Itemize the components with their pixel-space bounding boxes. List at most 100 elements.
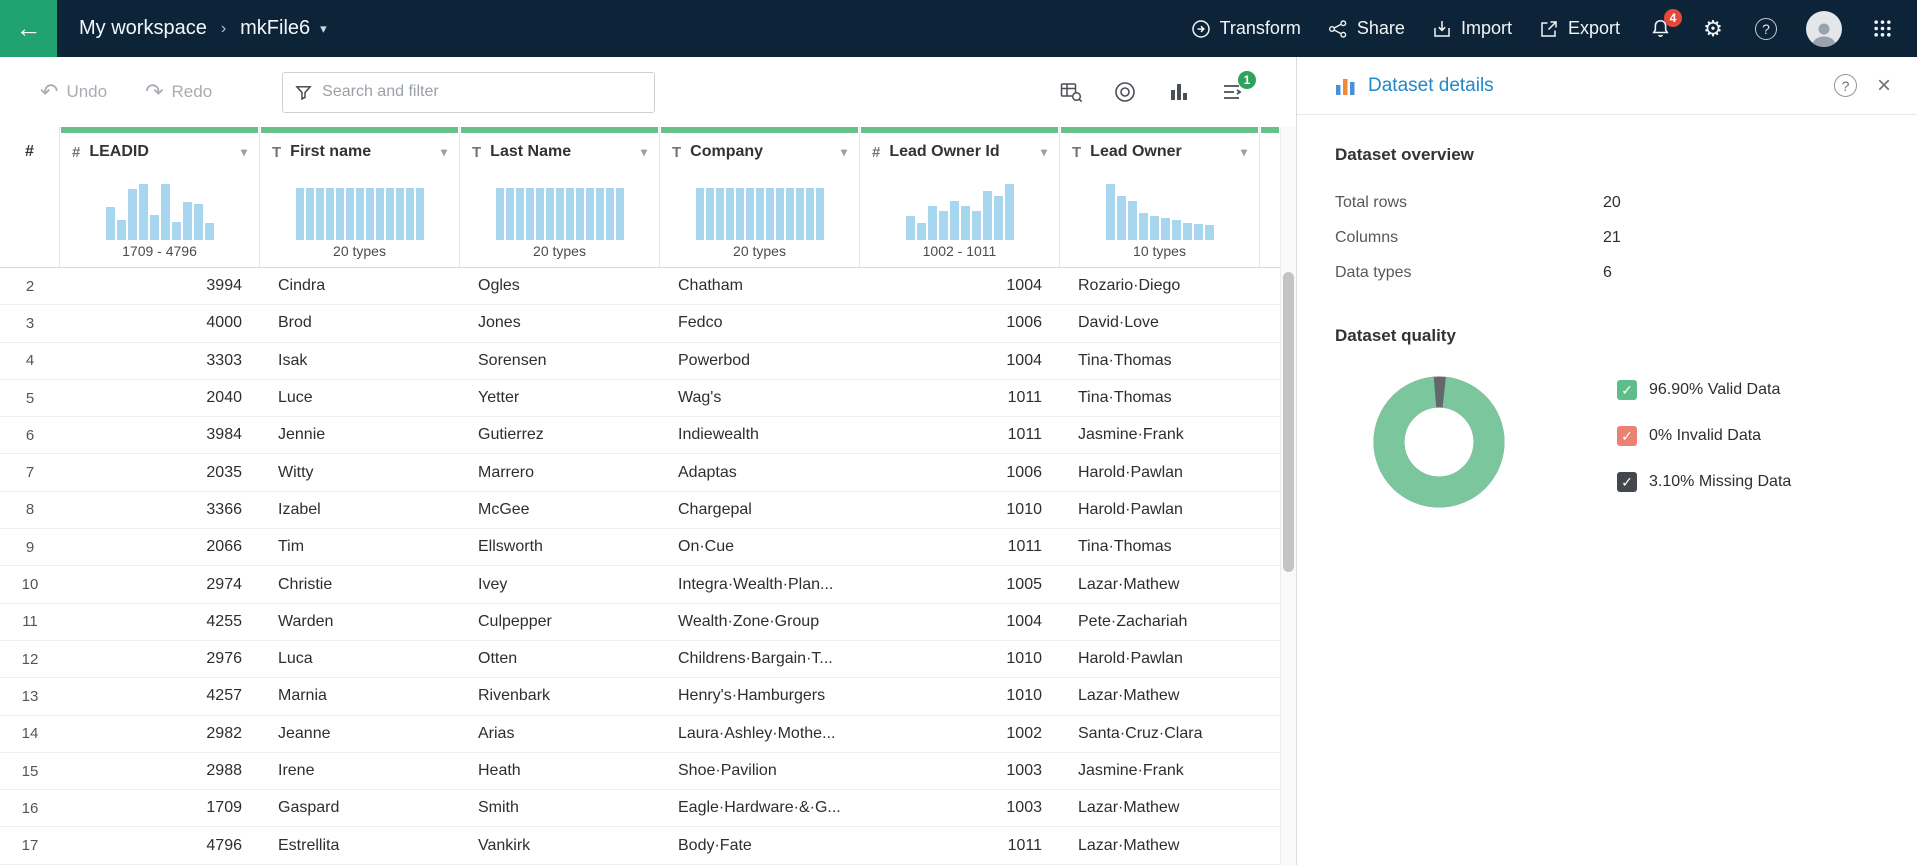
table-cell[interactable]: Marrero xyxy=(460,464,660,482)
transform-button[interactable]: Transform xyxy=(1191,18,1301,39)
column-menu-caret-icon[interactable]: ▾ xyxy=(641,145,647,159)
table-cell[interactable]: Rozario·Diego xyxy=(1060,277,1260,295)
table-row[interactable]: 11 4255 Warden Culpepper Wealth·Zone·Group 10… xyxy=(0,604,1280,641)
table-cell[interactable]: 2035 xyxy=(60,464,260,482)
undo-button[interactable]: ↶ Undo xyxy=(40,81,107,103)
table-row[interactable]: 7 2035 Witty Marrero Adaptas 1006 Harold·Pawla… xyxy=(0,454,1280,492)
table-cell[interactable]: Gaspard xyxy=(260,799,460,817)
table-row[interactable]: 12 2976 Luca Otten Childrens·Bargain·T... 101… xyxy=(0,641,1280,679)
breadcrumb-workspace[interactable]: My workspace xyxy=(79,17,207,40)
column-label-row[interactable]: T First name ▾ xyxy=(260,133,459,172)
column-menu-caret-icon[interactable]: ▾ xyxy=(841,145,847,159)
vertical-scrollbar[interactable] xyxy=(1280,127,1296,865)
table-cell[interactable]: 1010 xyxy=(860,501,1060,519)
table-cell[interactable]: McGee xyxy=(460,501,660,519)
table-cell[interactable]: 2040 xyxy=(60,389,260,407)
table-search-button[interactable] xyxy=(1058,79,1084,105)
table-cell[interactable]: Jasmine·Frank xyxy=(1060,762,1260,780)
column-label-row[interactable]: # LEADID ▾ xyxy=(60,133,259,172)
column-header[interactable]: T Company ▾ 20 types xyxy=(660,127,860,267)
table-cell[interactable]: 4257 xyxy=(60,687,260,705)
table-cell[interactable]: Powerbod xyxy=(660,352,860,370)
table-cell[interactable]: Arias xyxy=(460,725,660,743)
export-button[interactable]: Export xyxy=(1539,18,1620,39)
table-cell[interactable]: Integra·Wealth·Plan... xyxy=(660,576,860,594)
column-histogram[interactable] xyxy=(1060,172,1259,243)
table-row[interactable]: 10 2974 Christie Ivey Integra·Wealth·Plan...… xyxy=(0,566,1280,604)
table-cell[interactable]: Isak xyxy=(260,352,460,370)
applied-steps-button[interactable]: 1 xyxy=(1220,71,1256,105)
column-stats-button[interactable] xyxy=(1166,79,1192,105)
column-header[interactable]: T Lead Owner ▾ 10 types xyxy=(1060,127,1260,267)
table-cell[interactable]: Christie xyxy=(260,576,460,594)
table-cell[interactable]: Wag's xyxy=(660,389,860,407)
table-cell[interactable]: Culpepper xyxy=(460,613,660,631)
quality-legend-item[interactable]: ✓ 96.90% Valid Data xyxy=(1617,380,1791,400)
table-cell[interactable]: 3366 xyxy=(60,501,260,519)
panel-close-button[interactable]: × xyxy=(1877,73,1891,98)
column-header[interactable]: T First name ▾ 20 types xyxy=(260,127,460,267)
table-cell[interactable]: Izabel xyxy=(260,501,460,519)
quality-legend-item[interactable]: ✓ 3.10% Missing Data xyxy=(1617,472,1791,492)
table-cell[interactable]: 1004 xyxy=(860,277,1060,295)
table-cell[interactable]: Chatham xyxy=(660,277,860,295)
avatar[interactable] xyxy=(1806,10,1842,47)
table-cell[interactable]: 1003 xyxy=(860,762,1060,780)
table-cell[interactable]: Ivey xyxy=(460,576,660,594)
table-cell[interactable]: 2066 xyxy=(60,538,260,556)
apps-grid-button[interactable] xyxy=(1869,16,1895,42)
column-menu-caret-icon[interactable]: ▾ xyxy=(441,145,447,159)
column-header[interactable]: # LEADID ▾ 1709 - 4796 xyxy=(60,127,260,267)
table-cell[interactable]: David·Love xyxy=(1060,314,1260,332)
column-histogram[interactable] xyxy=(60,172,259,243)
table-cell[interactable]: 1011 xyxy=(860,389,1060,407)
table-cell[interactable]: Jennie xyxy=(260,426,460,444)
back-button[interactable]: ← xyxy=(0,0,57,57)
table-cell[interactable]: 1010 xyxy=(860,650,1060,668)
table-cell[interactable]: Tina·Thomas xyxy=(1060,352,1260,370)
table-cell[interactable]: 2976 xyxy=(60,650,260,668)
table-cell[interactable]: Lazar·Mathew xyxy=(1060,687,1260,705)
quality-legend-item[interactable]: ✓ 0% Invalid Data xyxy=(1617,426,1791,446)
table-cell[interactable]: On·Cue xyxy=(660,538,860,556)
table-cell[interactable]: 1709 xyxy=(60,799,260,817)
table-cell[interactable]: Harold·Pawlan xyxy=(1060,650,1260,668)
table-cell[interactable]: Cindra xyxy=(260,277,460,295)
table-row[interactable]: 9 2066 Tim Ellsworth On·Cue 1011 Tina·Thomas xyxy=(0,529,1280,567)
table-cell[interactable]: Shoe·Pavilion xyxy=(660,762,860,780)
table-cell[interactable]: Tina·Thomas xyxy=(1060,538,1260,556)
table-row[interactable]: 13 4257 Marnia Rivenbark Henry's·Hamburgers 1… xyxy=(0,678,1280,716)
table-cell[interactable]: 4796 xyxy=(60,837,260,855)
table-cell[interactable]: Warden xyxy=(260,613,460,631)
redo-button[interactable]: ↷ Redo xyxy=(145,81,212,103)
table-cell[interactable]: 1010 xyxy=(860,687,1060,705)
table-cell[interactable]: Heath xyxy=(460,762,660,780)
search-box[interactable] xyxy=(282,71,656,113)
column-menu-caret-icon[interactable]: ▾ xyxy=(1041,145,1047,159)
table-cell[interactable]: Sorensen xyxy=(460,352,660,370)
table-cell[interactable]: Santa·Cruz·Clara xyxy=(1060,725,1260,743)
table-cell[interactable]: 1005 xyxy=(860,576,1060,594)
table-cell[interactable]: Eagle·Hardware·&·G... xyxy=(660,799,860,817)
table-cell[interactable]: 4255 xyxy=(60,613,260,631)
table-cell[interactable]: 1006 xyxy=(860,314,1060,332)
table-cell[interactable]: Jeanne xyxy=(260,725,460,743)
table-cell[interactable]: 2982 xyxy=(60,725,260,743)
table-cell[interactable]: 1002 xyxy=(860,725,1060,743)
table-cell[interactable]: Ogles xyxy=(460,277,660,295)
table-row[interactable]: 15 2988 Irene Heath Shoe·Pavilion 1003 Jasmine… xyxy=(0,753,1280,791)
table-cell[interactable]: Marnia xyxy=(260,687,460,705)
column-label-row[interactable]: T Last Name ▾ xyxy=(460,133,659,172)
table-cell[interactable]: Jones xyxy=(460,314,660,332)
table-row[interactable]: 14 2982 Jeanne Arias Laura·Ashley·Mothe... 10… xyxy=(0,716,1280,753)
table-cell[interactable]: Harold·Pawlan xyxy=(1060,464,1260,482)
table-cell[interactable]: Chargepal xyxy=(660,501,860,519)
column-histogram[interactable] xyxy=(260,172,459,243)
table-cell[interactable]: Luce xyxy=(260,389,460,407)
table-cell[interactable]: Childrens·Bargain·T... xyxy=(660,650,860,668)
quality-checkbox[interactable]: ✓ xyxy=(1617,426,1637,446)
quality-checkbox[interactable]: ✓ xyxy=(1617,380,1637,400)
table-row[interactable]: 16 1709 Gaspard Smith Eagle·Hardware·&·G... 1… xyxy=(0,790,1280,828)
table-row[interactable]: 2 3994 Cindra Ogles Chatham 1004 Rozario·Diego xyxy=(0,268,1280,306)
table-cell[interactable]: 1003 xyxy=(860,799,1060,817)
